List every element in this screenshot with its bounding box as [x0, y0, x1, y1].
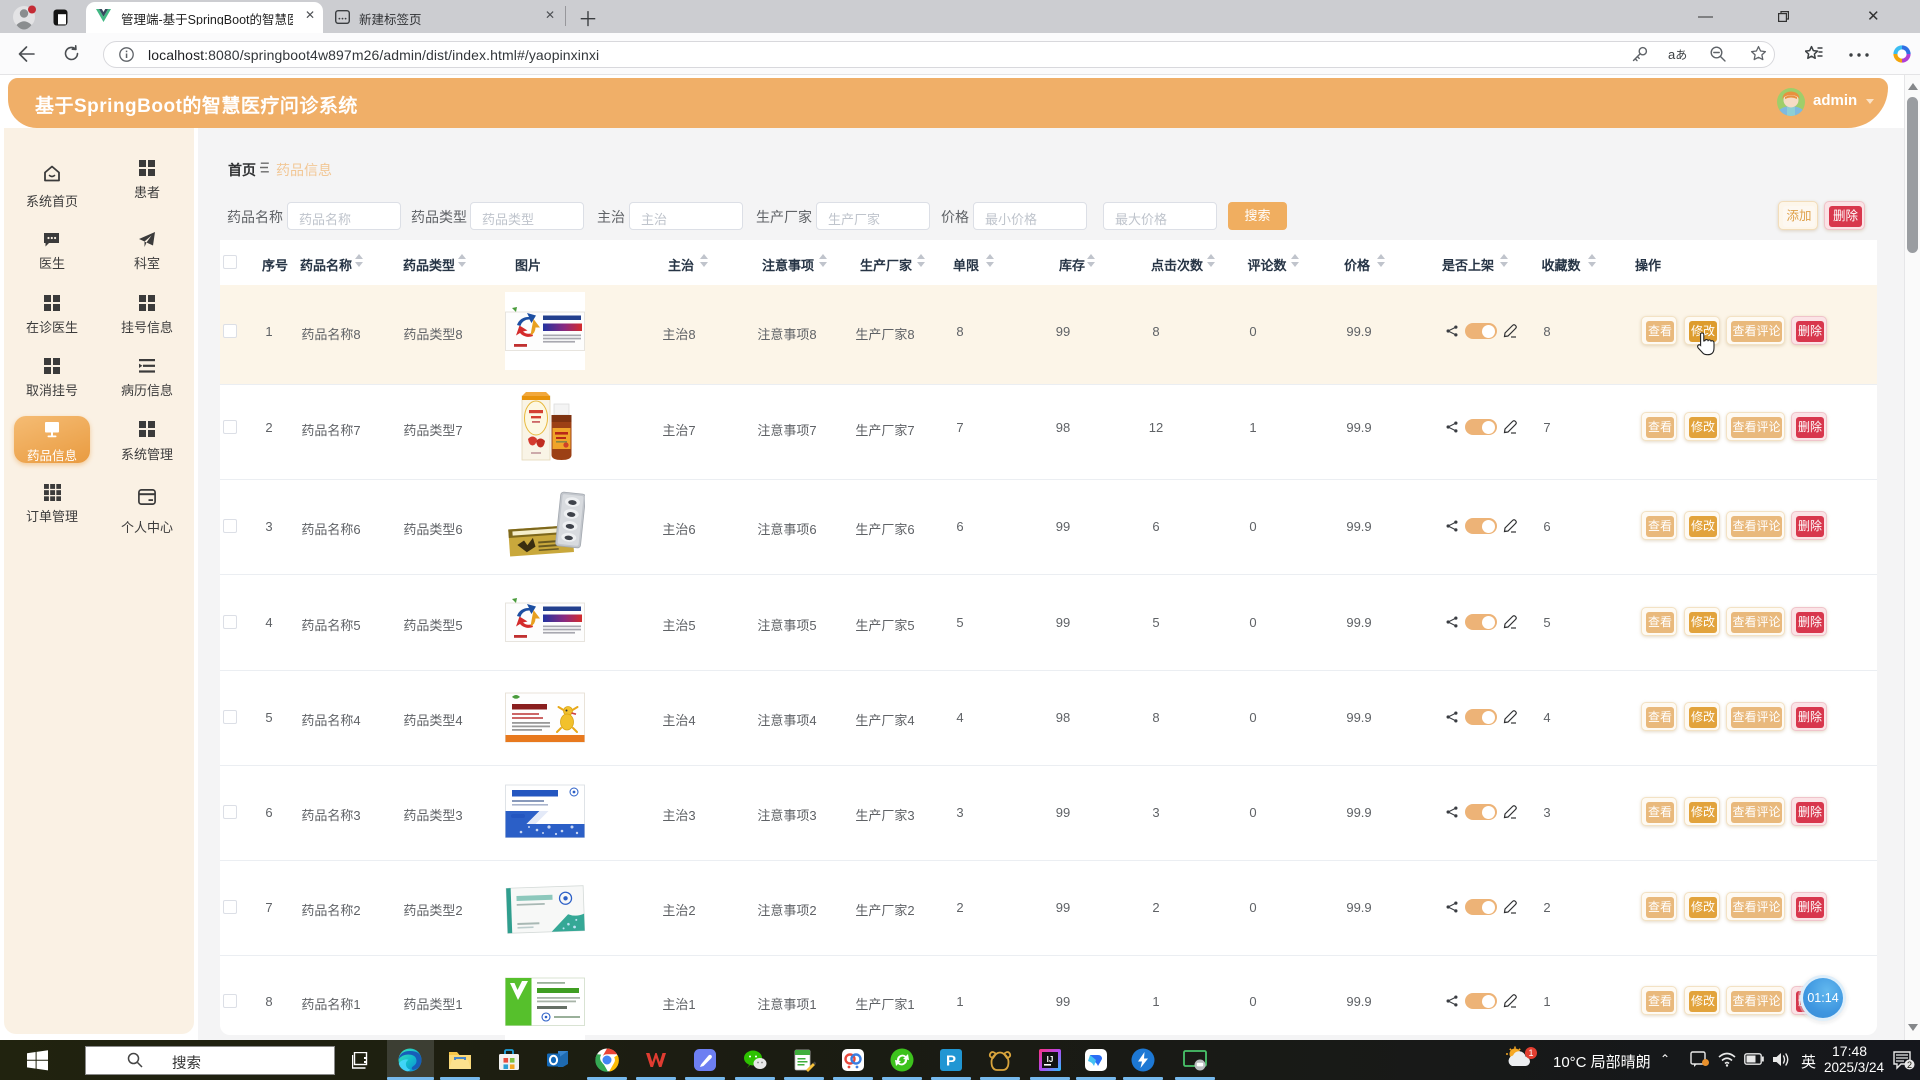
svg-text:P: P: [946, 1053, 956, 1070]
svg-text:IJ: IJ: [1047, 1055, 1054, 1064]
svg-text:2: 2: [1907, 1060, 1912, 1070]
svg-text:1: 1: [1528, 1048, 1533, 1058]
